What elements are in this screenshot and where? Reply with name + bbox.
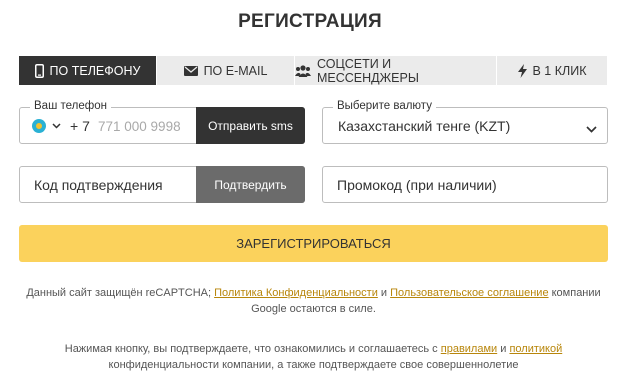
tab-phone-label: ПО ТЕЛЕФОНУ [49,63,141,78]
tab-one-click[interactable]: В 1 КЛИК [497,56,607,85]
consent-notice-and: и [497,343,510,355]
tab-phone[interactable]: ПО ТЕЛЕФОНУ [19,56,157,85]
promo-code-input[interactable] [337,174,587,196]
terms-link[interactable]: Пользовательское соглашение [390,287,548,299]
tab-social-label: СОЦСЕТИ И МЕССЕНДЖЕРЫ [317,56,419,85]
phone-input[interactable] [98,114,198,138]
lightning-icon [517,63,527,78]
envelope-icon [183,65,198,76]
promo-code-field [322,166,608,203]
rules-link[interactable]: правилами [441,343,497,355]
page-title: РЕГИСТРАЦИЯ [238,11,382,32]
tab-social[interactable]: СОЦСЕТИ И МЕССЕНДЖЕРЫ [295,56,497,85]
country-code: + 7 [70,118,90,134]
recaptcha-notice-and: и [377,287,391,299]
kazakhstan-flag-icon [32,119,46,133]
confirmation-code-input[interactable] [34,174,194,196]
registration-method-tabs: ПО ТЕЛЕФОНУ ПО E-MAIL СОЦСЕТИ И МЕССЕНДЖ… [19,56,607,85]
currency-field-label: Выберите валюту [333,100,436,112]
privacy-policy-link-2[interactable]: политикой [509,343,562,355]
send-sms-button[interactable]: Отправить sms [196,107,305,144]
users-icon [295,64,311,77]
phone-icon [34,63,44,78]
phone-field-label: Ваш телефон [30,100,111,112]
register-button[interactable]: ЗАРЕГИСТРИРОВАТЬСЯ [19,225,608,262]
recaptcha-notice: Данный сайт защищён reCAPTCHA; Политика … [19,285,608,317]
tab-email-label: ПО E-MAIL [203,63,268,78]
phone-field: Ваш телефон + 7 Отправить sms [19,100,305,144]
tab-email[interactable]: ПО E-MAIL [157,56,295,85]
consent-notice-suffix: конфиденциальности компании, а также под… [108,359,519,371]
consent-notice-text: Нажимая кнопку, вы подтверждаете, что оз… [64,343,441,355]
tab-one-click-label: В 1 КЛИК [532,63,587,78]
chevron-down-icon [52,121,61,132]
consent-notice: Нажимая кнопку, вы подтверждаете, что оз… [19,341,608,373]
country-selector[interactable] [32,119,61,133]
confirmation-code-field: Подтвердить [19,166,305,203]
confirm-button[interactable]: Подтвердить [196,166,305,203]
currency-selected-value: Казахстанский тенге (KZT) [338,118,511,134]
recaptcha-notice-text: Данный сайт защищён reCAPTCHA; [26,287,215,299]
chevron-down-icon [586,120,597,138]
currency-select[interactable]: Выберите валюту Казахстанский тенге (KZT… [322,100,608,144]
privacy-policy-link[interactable]: Политика Конфиденциальности [214,287,378,299]
